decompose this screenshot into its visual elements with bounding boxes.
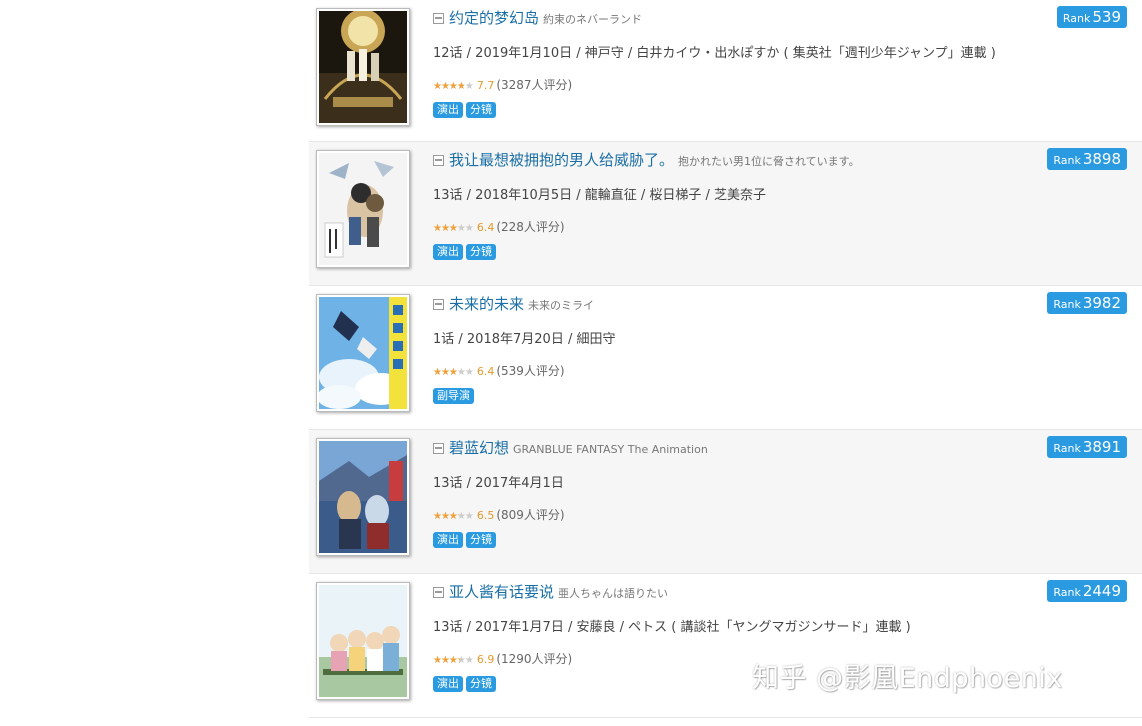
list-item: 未来的未来 未来のミライ 1话 / 2018年7月20日 / 細田守 ★★★★★ ★…: [309, 286, 1142, 430]
tag-group: 副导演: [433, 384, 477, 404]
title-link[interactable]: 未来的未来: [449, 295, 524, 313]
cover-art: [319, 11, 407, 123]
title-line: 碧蓝幻想 GRANBLUE FANTASY The Animation: [433, 439, 708, 459]
book-icon: [433, 155, 444, 166]
list-item: 碧蓝幻想 GRANBLUE FANTASY The Animation 13话 /…: [309, 430, 1142, 574]
cover-art: [319, 153, 407, 265]
list-item: 我让最想被拥抱的男人给威胁了。 抱かれたい男1位に脅されています。 13话 / 2…: [309, 142, 1142, 286]
rating: ★★★★★★★★★★6.4(228人评分): [433, 218, 565, 235]
tag-group: 演出 分镜: [433, 98, 499, 118]
votes: (228人评分): [496, 220, 565, 234]
title-link[interactable]: 我让最想被拥抱的男人给威胁了。: [449, 151, 674, 169]
rank-value: 2449: [1082, 582, 1121, 600]
rating: ★★★★★★★★★★6.5(809人评分): [433, 506, 565, 523]
star-icon: ★★★★★★★★★★: [433, 81, 474, 92]
cover-image[interactable]: [316, 438, 410, 556]
title-line: 我让最想被拥抱的男人给威胁了。 抱かれたい男1位に脅されています。: [433, 151, 860, 171]
cover-image[interactable]: [316, 150, 410, 268]
cover-image[interactable]: [316, 294, 410, 412]
tag-group: 演出 分镜: [433, 240, 499, 260]
rank-label: Rank: [1062, 12, 1091, 25]
rank-badge: Rank 3982: [1047, 292, 1127, 314]
rank-value: 539: [1092, 8, 1121, 26]
info-line: 1话 / 2018年7月20日 / 細田守: [433, 332, 616, 347]
tag-badge: 分镜: [466, 102, 496, 118]
cover-art: [319, 297, 407, 409]
tag-badge: 副导演: [433, 388, 474, 404]
tag-badge: 演出: [433, 244, 463, 260]
info-line: 13话 / 2018年10月5日 / 龍輪直征 / 桜日梯子 / 芝美奈子: [433, 188, 767, 203]
original-title: 亜人ちゃんは語りたい: [558, 587, 669, 600]
original-title: 未来のミライ: [528, 299, 595, 312]
rank-badge: Rank 539: [1056, 6, 1127, 28]
star-icon: ★★★★★★★★★★: [433, 223, 474, 234]
tag-badge: 分镜: [466, 676, 496, 692]
score: 6.4: [476, 365, 495, 378]
tag-badge: 演出: [433, 532, 463, 548]
votes: (539人评分): [496, 364, 565, 378]
anime-list: 约定的梦幻岛 約束のネバーランド 12话 / 2019年1月10日 / 神戸守 /…: [309, 0, 1142, 718]
info-line: 13话 / 2017年1月7日 / 安藤良 / ペトス ( 講談社「ヤングマガジ…: [433, 620, 911, 635]
star-icon: ★★★★★★★★★★: [433, 655, 474, 666]
cover-art: [319, 441, 407, 553]
score: 6.5: [476, 509, 495, 522]
score: 7.7: [476, 79, 495, 92]
title-link[interactable]: 约定的梦幻岛: [449, 9, 539, 27]
rank-label: Rank: [1053, 298, 1081, 311]
list-item: 亚人酱有话要说 亜人ちゃんは語りたい 13话 / 2017年1月7日 / 安藤良 …: [309, 574, 1142, 718]
tag-badge: 分镜: [466, 244, 496, 260]
rank-label: Rank: [1053, 154, 1081, 167]
rank-value: 3891: [1082, 438, 1121, 456]
score: 6.9: [476, 653, 495, 666]
tag-group: 演出 分镜: [433, 528, 499, 548]
rating: ★★★★★★★★★★6.9(1290人评分): [433, 650, 572, 667]
rank-label: Rank: [1053, 442, 1081, 455]
title-line: 亚人酱有话要说 亜人ちゃんは語りたい: [433, 583, 668, 603]
rank-value: 3982: [1082, 294, 1121, 312]
votes: (1290人评分): [496, 652, 573, 666]
tag-group: 演出 分镜: [433, 672, 499, 692]
original-title: 抱かれたい男1位に脅されています。: [678, 155, 860, 168]
title-link[interactable]: 碧蓝幻想: [449, 439, 509, 457]
info-line: 12话 / 2019年1月10日 / 神戸守 / 白井カイウ・出水ぽすか ( 集…: [433, 46, 996, 61]
book-icon: [433, 299, 444, 310]
title-line: 约定的梦幻岛 約束のネバーランド: [433, 9, 642, 29]
score: 6.4: [476, 221, 495, 234]
votes: (3287人评分): [496, 78, 573, 92]
votes: (809人评分): [496, 508, 565, 522]
original-title: GRANBLUE FANTASY The Animation: [513, 443, 708, 456]
rating: ★★★★★★★★★★7.7(3287人评分): [433, 76, 572, 93]
rank-value: 3898: [1082, 150, 1121, 168]
list-item: 约定的梦幻岛 約束のネバーランド 12话 / 2019年1月10日 / 神戸守 /…: [309, 0, 1142, 142]
title-link[interactable]: 亚人酱有话要说: [449, 583, 554, 601]
watermark-text: 知乎 @影凰Endphoenix: [752, 663, 1063, 694]
rank-badge: Rank 3891: [1047, 436, 1127, 458]
cover-art: [319, 585, 407, 697]
rank-badge: Rank 2449: [1047, 580, 1127, 602]
original-title: 約束のネバーランド: [543, 13, 643, 26]
rank-label: Rank: [1053, 586, 1081, 599]
tag-badge: 演出: [433, 676, 463, 692]
tag-badge: 演出: [433, 102, 463, 118]
star-icon: ★★★★★★★★★★: [433, 367, 474, 378]
star-icon: ★★★★★★★★★★: [433, 511, 474, 522]
book-icon: [433, 587, 444, 598]
rating: ★★★★★★★★★★6.4(539人评分): [433, 362, 565, 379]
cover-image[interactable]: [316, 8, 410, 126]
cover-image[interactable]: [316, 582, 410, 700]
book-icon: [433, 443, 444, 454]
book-icon: [433, 13, 444, 24]
rank-badge: Rank 3898: [1047, 148, 1127, 170]
title-line: 未来的未来 未来のミライ: [433, 295, 594, 315]
info-line: 13话 / 2017年4月1日: [433, 476, 564, 491]
tag-badge: 分镜: [466, 532, 496, 548]
